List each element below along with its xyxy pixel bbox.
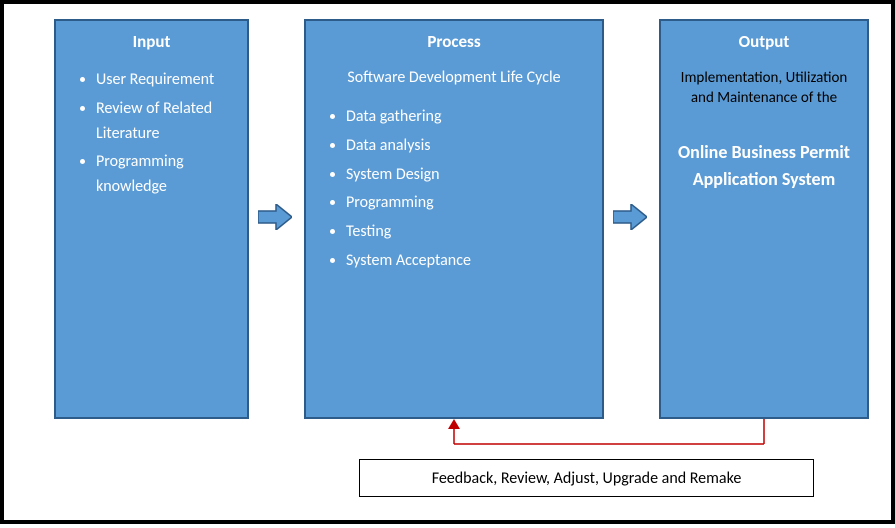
list-item: Review of Related Literature	[96, 97, 233, 147]
list-item: System Acceptance	[346, 249, 588, 274]
list-item: Programming	[346, 191, 588, 216]
process-title: Process	[320, 31, 588, 52]
process-box: Process Software Development Life Cycle …	[304, 19, 604, 419]
output-box: Output Implementation, Utilization and M…	[659, 19, 869, 419]
process-subtitle: Software Development Life Cycle	[320, 68, 588, 87]
list-item: Programming knowledge	[96, 150, 233, 200]
arrow-right-icon	[613, 204, 647, 230]
output-title: Output	[675, 31, 853, 52]
diagram-frame: Input User Requirement Review of Related…	[0, 0, 895, 524]
input-list: User Requirement Review of Related Liter…	[70, 68, 233, 200]
input-box: Input User Requirement Review of Related…	[54, 19, 249, 419]
process-list: Data gathering Data analysis System Desi…	[320, 105, 588, 274]
list-item: Data analysis	[346, 134, 588, 159]
list-item: System Design	[346, 163, 588, 188]
output-description: Implementation, Utilization and Maintena…	[675, 68, 853, 109]
arrow-right-icon	[258, 204, 292, 230]
output-system-name: Online Business Permit Application Syste…	[675, 139, 853, 193]
list-item: Data gathering	[346, 105, 588, 130]
list-item: User Requirement	[96, 68, 233, 93]
list-item: Testing	[346, 220, 588, 245]
input-title: Input	[70, 31, 233, 52]
feedback-label-box: Feedback, Review, Adjust, Upgrade and Re…	[359, 459, 814, 497]
feedback-label: Feedback, Review, Adjust, Upgrade and Re…	[432, 469, 742, 488]
